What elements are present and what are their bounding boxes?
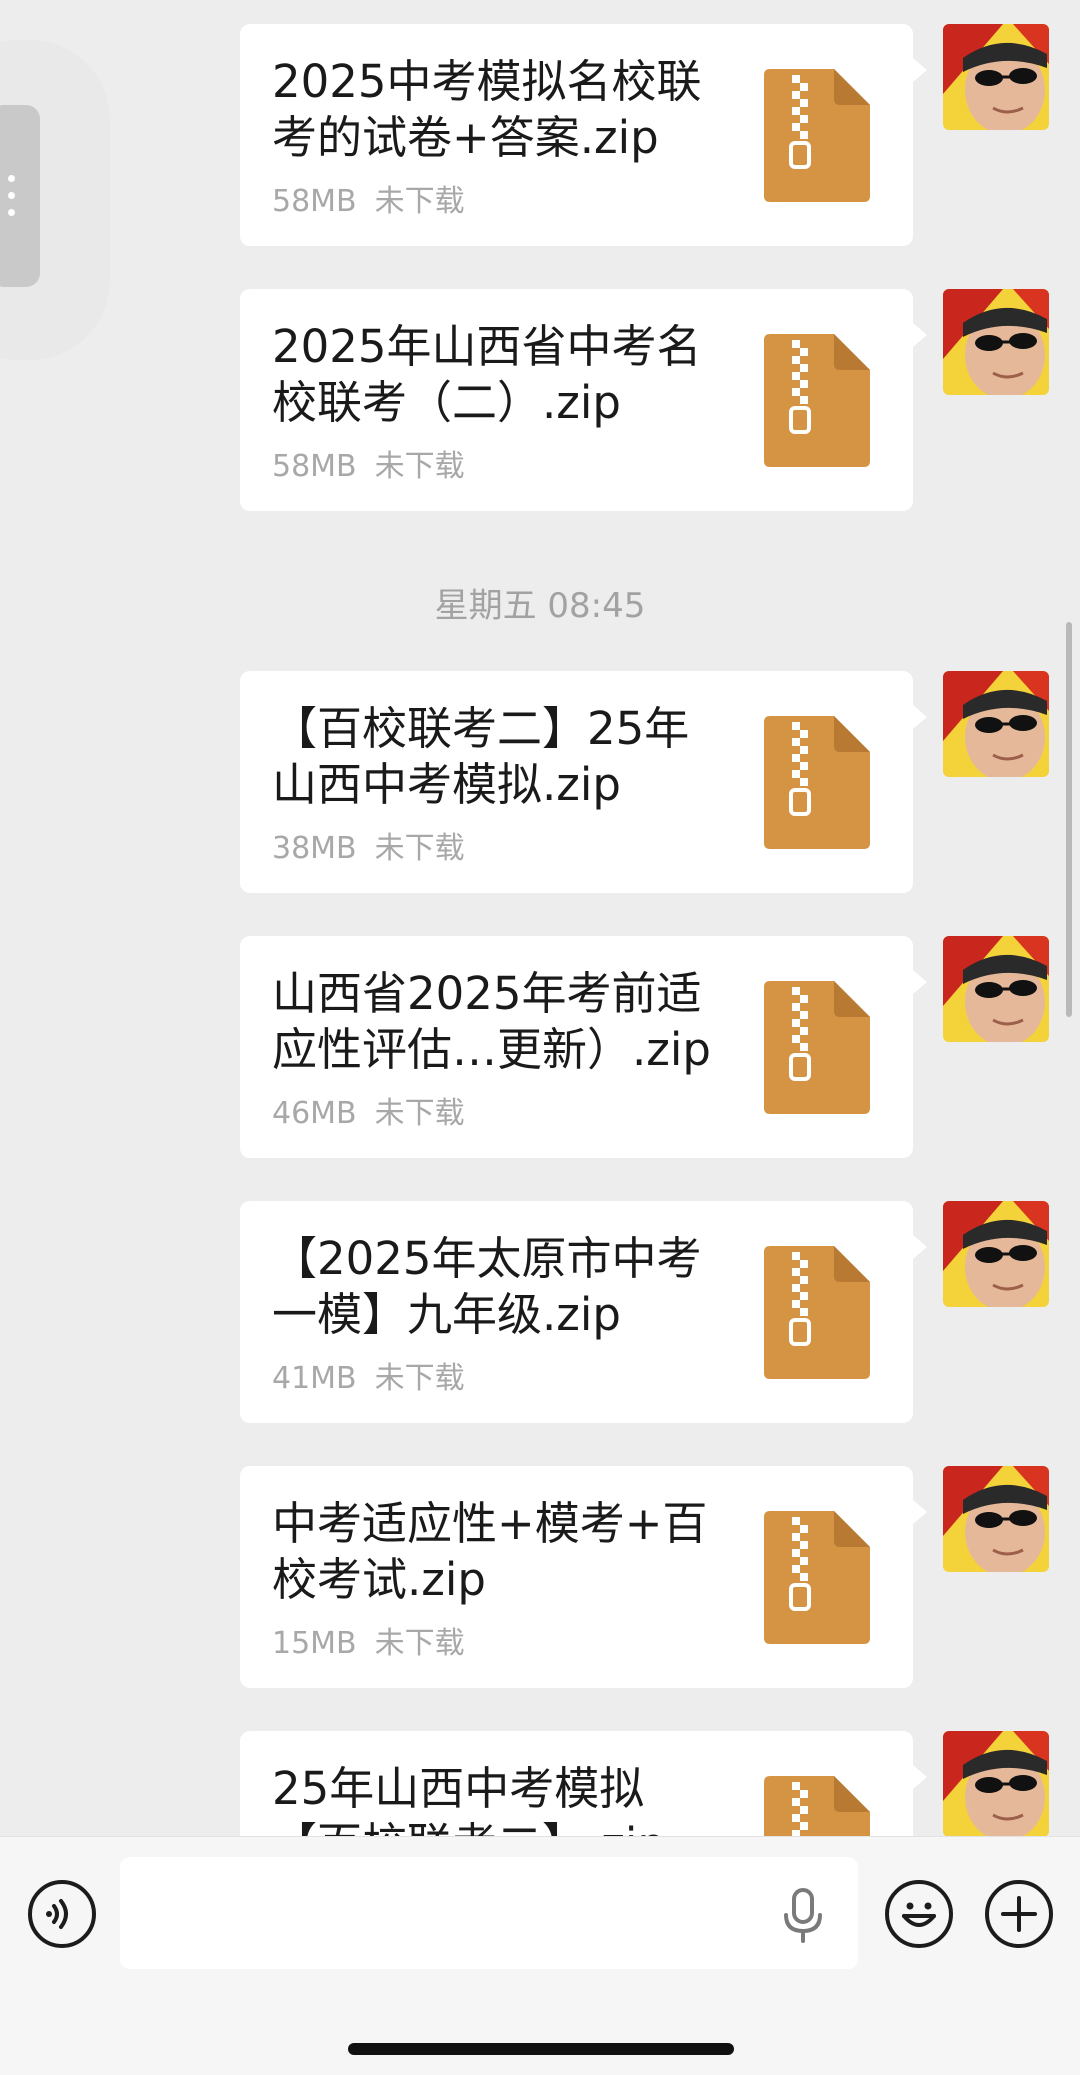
user-avatar[interactable] [943,671,1049,777]
file-size: 41MB [272,1361,357,1396]
file-message-bubble[interactable]: 2025中考模拟名校联考的试卷+答案.zip 58MB 未下载 [240,24,927,246]
zip-file-icon [764,1776,870,1836]
file-name: 【2025年太原市中考一模】九年级.zip [272,1232,702,1341]
voice-toggle-icon [46,1899,68,1929]
file-message-bubble[interactable]: 中考适应性+模考+百校考试.zip 15MB 未下载 [240,1466,927,1688]
user-avatar[interactable] [943,1466,1049,1572]
file-meta: 46MB 未下载 [272,1088,483,1132]
download-status: 未下载 [374,449,465,484]
file-meta: 58MB 未下载 [272,441,483,485]
microphone-icon[interactable] [780,1887,826,1943]
user-avatar[interactable] [943,289,1049,395]
user-avatar[interactable] [943,936,1049,1042]
timestamp-label: 星期五 08:45 [434,586,646,626]
file-meta: 58MB 未下载 [272,176,483,220]
more-button[interactable] [985,1880,1053,1948]
file-size: 15MB [272,1626,357,1661]
file-meta: 15MB 未下载 [272,1618,483,1662]
download-status: 未下载 [374,1626,465,1661]
file-meta: 38MB 未下载 [272,823,483,867]
download-status: 未下载 [374,831,465,866]
input-bar [0,1836,1080,2075]
zip-file-icon [764,1246,870,1379]
floating-handle[interactable] [0,105,40,287]
file-name: 2025年山西省中考名校联考（二）.zip [272,320,702,429]
download-status: 未下载 [374,184,465,219]
user-avatar[interactable] [943,1731,1049,1836]
download-status: 未下载 [374,1096,465,1131]
zip-file-icon [764,69,870,202]
file-message-bubble[interactable]: 2025年山西省中考名校联考（二）.zip 58MB 未下载 [240,289,927,511]
home-indicator [348,2043,734,2055]
file-message-bubble[interactable]: 【百校联考二】25年山西中考模拟.zip 38MB 未下载 [240,671,927,893]
file-meta: 41MB 未下载 [272,1353,483,1397]
scrollbar[interactable] [1066,622,1072,1017]
file-name: 【百校联考二】25年山西中考模拟.zip [272,702,690,811]
file-message-bubble[interactable]: 【2025年太原市中考一模】九年级.zip 41MB 未下载 [240,1201,927,1423]
file-size: 58MB [272,184,357,219]
file-message-bubble[interactable]: 山西省2025年考前适应性评估…更新）.zip 46MB 未下载 [240,936,927,1158]
user-avatar[interactable] [943,24,1049,130]
download-status: 未下载 [374,1361,465,1396]
file-message-bubble[interactable]: 25年山西中考模拟【百校联考二】.zip [240,1731,927,1836]
file-size: 58MB [272,449,357,484]
file-size: 38MB [272,831,357,866]
zip-file-icon [764,1511,870,1644]
message-input[interactable] [120,1857,858,1969]
zip-file-icon [764,716,870,849]
plus-icon [1001,1896,1037,1932]
file-name: 山西省2025年考前适应性评估…更新）.zip [272,967,711,1076]
file-name: 2025中考模拟名校联考的试卷+答案.zip [272,55,702,164]
emoji-icon [902,1902,936,1927]
file-size: 46MB [272,1096,357,1131]
zip-file-icon [764,334,870,467]
user-avatar[interactable] [943,1201,1049,1307]
voice-toggle-button[interactable] [28,1880,96,1948]
file-name: 25年山西中考模拟【百校联考二】.zip [272,1762,666,1836]
zip-file-icon [764,981,870,1114]
chat-area[interactable]: 2025中考模拟名校联考的试卷+答案.zip 58MB 未下载 2025年山西省中考名… [0,0,1080,1836]
file-name: 中考适应性+模考+百校考试.zip [272,1497,708,1606]
emoji-button[interactable] [885,1880,953,1948]
